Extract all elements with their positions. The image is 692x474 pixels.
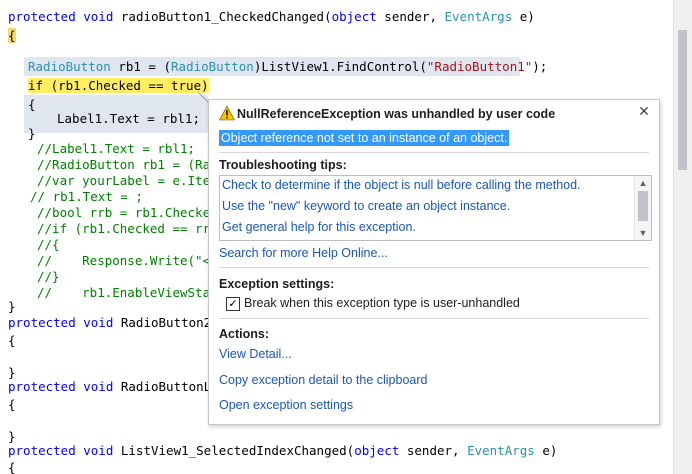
chevron-down-icon[interactable]: ▼: [638, 228, 648, 238]
code-line-brace: {: [8, 397, 16, 412]
warning-icon: [219, 105, 235, 121]
close-icon[interactable]: ✕: [637, 104, 651, 118]
code-comment: // Response.Write("<sc: [37, 253, 226, 268]
code-line-brace: {: [28, 97, 36, 112]
break-checkbox-label[interactable]: Break when this exception type is user-u…: [244, 296, 520, 310]
exception-helper-popup: NullReferenceException was unhandled by …: [208, 99, 660, 425]
troubleshooting-tips-list[interactable]: Check to determine if the object is null…: [219, 175, 652, 241]
divider: [219, 318, 649, 319]
break-checkbox[interactable]: ✓: [226, 297, 240, 311]
divider: [219, 152, 649, 153]
tip-link[interactable]: Use the "new" keyword to create an objec…: [222, 199, 510, 213]
code-line-label-assign: Label1.Text = rbl1;: [57, 111, 200, 126]
code-line-method1: protected void radioButton1_CheckedChang…: [8, 9, 535, 24]
divider: [219, 267, 649, 268]
tips-scrollbar-thumb[interactable]: [638, 191, 648, 221]
tips-scrollbar[interactable]: ▲ ▼: [634, 176, 651, 240]
open-exception-settings-link[interactable]: Open exception settings: [219, 398, 353, 412]
code-comment: // rb1.EnableViewState: [37, 285, 226, 300]
tip-link[interactable]: Check to determine if the object is null…: [222, 178, 581, 192]
code-line-brace: {: [8, 460, 16, 474]
exception-settings-heading: Exception settings:: [219, 277, 335, 291]
code-line-findcontrol: RadioButton rb1 = (RadioButton)ListView1…: [28, 59, 548, 74]
code-line-brace: {: [8, 333, 16, 348]
code-line-if-statement: if (rb1.Checked == true): [28, 78, 209, 93]
code-line-open-brace: {: [8, 28, 16, 43]
code-line-method2: protected void RadioButton2_C: [8, 315, 227, 330]
code-comment: //if (rb1.Checked == rrb): [37, 221, 226, 236]
code-line-method3: protected void RadioButtonLis: [8, 379, 227, 394]
code-line-brace: }: [28, 126, 36, 141]
actions-heading: Actions:: [219, 327, 269, 341]
code-line-method4: protected void ListView1_SelectedIndexCh…: [8, 443, 558, 458]
chevron-up-icon[interactable]: ▲: [638, 178, 648, 188]
editor-vertical-scrollbar[interactable]: [673, 0, 692, 474]
view-detail-link[interactable]: View Detail...: [219, 347, 292, 361]
scrollbar-thumb[interactable]: [678, 30, 687, 170]
troubleshooting-heading: Troubleshooting tips:: [219, 158, 347, 172]
tip-link[interactable]: Get general help for this exception.: [222, 220, 416, 234]
search-help-link[interactable]: Search for more Help Online...: [219, 246, 388, 260]
exception-message[interactable]: Object reference not set to an instance …: [219, 130, 510, 146]
copy-exception-link[interactable]: Copy exception detail to the clipboard: [219, 373, 427, 387]
exception-title: NullReferenceException was unhandled by …: [237, 107, 556, 121]
